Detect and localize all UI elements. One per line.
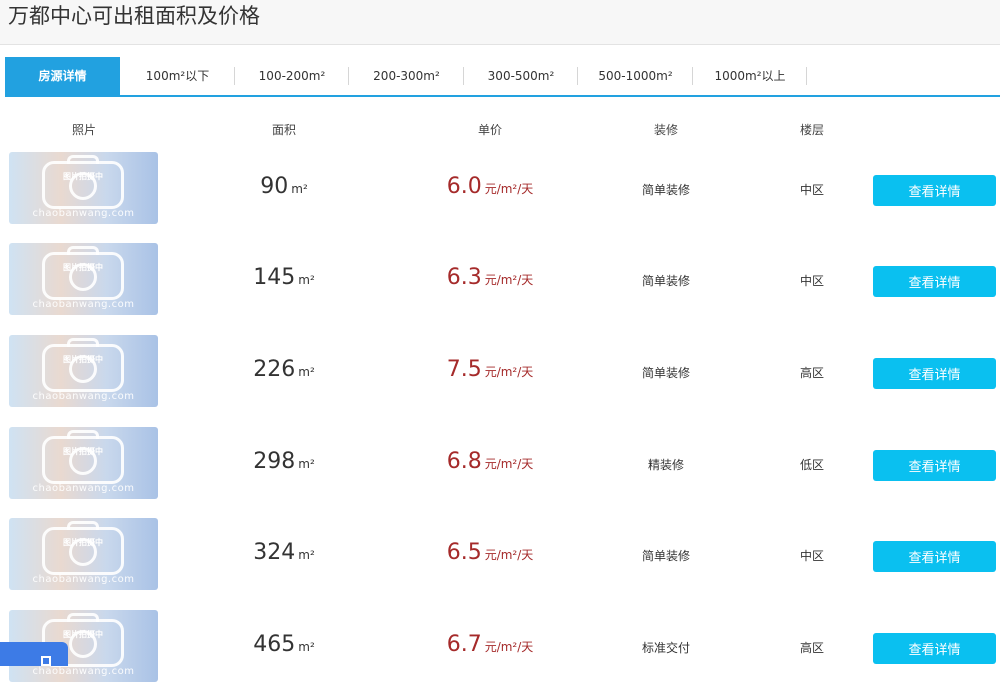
tab-over-1000[interactable]: 1000m²以上 (693, 57, 807, 95)
decoration-cell: 标准交付 (641, 641, 690, 655)
price-unit: 元/m²/天 (484, 365, 534, 379)
photo-placeholder-label: 图片拍摄中 (63, 172, 103, 181)
price-unit: 元/m²/天 (484, 457, 534, 471)
camera-icon (42, 338, 124, 392)
table-row: 图片拍摄中 chaobanwang.com 226 m² 7.5 元/m²/天 简单装修 高区… (0, 335, 1000, 415)
column-header-floor: 楼层 (799, 123, 824, 137)
table-row: 图片拍摄中 chaobanwang.com 90 m² 6.0 元/m²/天 简单装修 中区 查… (0, 152, 1000, 232)
view-details-button[interactable]: 查看详情 (873, 633, 996, 664)
decoration-cell: 简单装修 (641, 183, 690, 197)
price-value: 6.0 (446, 174, 482, 199)
area-value: 324 (253, 540, 296, 565)
decoration-cell: 精装修 (647, 458, 684, 472)
area-value: 90 (260, 174, 289, 199)
listing-photo[interactable]: 图片拍摄中 chaobanwang.com (9, 152, 158, 224)
view-details-button[interactable]: 查看详情 (873, 266, 996, 297)
square-icon (41, 656, 51, 666)
floor-cell: 高区 (799, 366, 824, 380)
price-unit: 元/m²/天 (484, 273, 534, 287)
photo-watermark: chaobanwang.com (32, 483, 135, 494)
price-cell: 6.3 元/m²/天 (410, 265, 570, 290)
photo-placeholder-label: 图片拍摄中 (63, 630, 103, 639)
tab-under-100[interactable]: 100m²以下 (120, 57, 235, 95)
area-cell: 90 m² (224, 174, 344, 199)
camera-icon (42, 521, 124, 575)
decoration-cell: 简单装修 (641, 274, 690, 288)
floor-cell: 高区 (799, 641, 824, 655)
camera-icon (42, 246, 124, 300)
tab-listing-details[interactable]: 房源详情 (5, 57, 120, 95)
price-value: 6.7 (446, 632, 482, 657)
view-details-button[interactable]: 查看详情 (873, 541, 996, 572)
area-cell: 226 m² (224, 357, 344, 382)
listing-photo[interactable]: 图片拍摄中 chaobanwang.com (9, 427, 158, 499)
photo-watermark: chaobanwang.com (32, 299, 135, 310)
tab-100-200[interactable]: 100-200m² (235, 57, 349, 95)
tab-200-300[interactable]: 200-300m² (349, 57, 464, 95)
table-row: 图片拍摄中 chaobanwang.com 145 m² 6.3 元/m²/天 简单装修 中区… (0, 243, 1000, 323)
price-cell: 6.5 元/m²/天 (410, 540, 570, 565)
floor-cell: 中区 (799, 274, 824, 288)
tab-500-1000[interactable]: 500-1000m² (578, 57, 693, 95)
floor-cell: 低区 (799, 458, 824, 472)
area-unit: m² (298, 273, 315, 287)
price-cell: 7.5 元/m²/天 (410, 357, 570, 382)
camera-icon (42, 430, 124, 484)
price-cell: 6.7 元/m²/天 (410, 632, 570, 657)
area-value: 145 (253, 265, 296, 290)
photo-placeholder-label: 图片拍摄中 (63, 355, 103, 364)
view-details-button[interactable]: 查看详情 (873, 358, 996, 389)
price-value: 6.3 (446, 265, 482, 290)
view-details-button[interactable]: 查看详情 (873, 175, 996, 206)
price-unit: 元/m²/天 (484, 640, 534, 654)
price-unit: 元/m²/天 (484, 548, 534, 562)
price-unit: 元/m²/天 (484, 182, 534, 196)
table-row: 图片拍摄中 chaobanwang.com 465 m² 6.7 元/m²/天 标准交付 高区… (0, 610, 1000, 690)
decoration-cell: 简单装修 (641, 366, 690, 380)
price-value: 6.8 (446, 449, 482, 474)
column-header-price: 单价 (477, 123, 502, 137)
price-value: 7.5 (446, 357, 482, 382)
photo-placeholder-label: 图片拍摄中 (63, 538, 103, 547)
area-unit: m² (298, 548, 315, 562)
price-cell: 6.8 元/m²/天 (410, 449, 570, 474)
photo-placeholder-label: 图片拍摄中 (63, 263, 103, 272)
photo-watermark: chaobanwang.com (32, 666, 135, 677)
page-title: 万都中心可出租面积及价格 (8, 4, 260, 28)
area-unit: m² (298, 365, 315, 379)
camera-icon (42, 155, 124, 209)
table-row: 图片拍摄中 chaobanwang.com 324 m² 6.5 元/m²/天 简单装修 中区… (0, 518, 1000, 598)
area-value: 226 (253, 357, 296, 382)
area-value: 465 (253, 632, 296, 657)
area-cell: 145 m² (224, 265, 344, 290)
floor-cell: 中区 (799, 183, 824, 197)
column-header-decoration: 装修 (653, 123, 678, 137)
area-unit: m² (291, 182, 308, 196)
listing-photo[interactable]: 图片拍摄中 chaobanwang.com (9, 335, 158, 407)
area-cell: 324 m² (224, 540, 344, 565)
floating-widget[interactable] (0, 642, 68, 666)
area-cell: 465 m² (224, 632, 344, 657)
view-details-button[interactable]: 查看详情 (873, 450, 996, 481)
area-unit: m² (298, 457, 315, 471)
table-row: 图片拍摄中 chaobanwang.com 298 m² 6.8 元/m²/天 精装修 低区 查… (0, 427, 1000, 507)
tab-300-500[interactable]: 300-500m² (464, 57, 578, 95)
page-header: 万都中心可出租面积及价格 (0, 0, 1000, 45)
column-header-area: 面积 (271, 123, 296, 137)
photo-watermark: chaobanwang.com (32, 391, 135, 402)
price-cell: 6.0 元/m²/天 (410, 174, 570, 199)
floor-cell: 中区 (799, 549, 824, 563)
listing-photo[interactable]: 图片拍摄中 chaobanwang.com (9, 243, 158, 315)
decoration-cell: 简单装修 (641, 549, 690, 563)
photo-placeholder-label: 图片拍摄中 (63, 447, 103, 456)
area-unit: m² (298, 640, 315, 654)
photo-watermark: chaobanwang.com (32, 574, 135, 585)
photo-watermark: chaobanwang.com (32, 208, 135, 219)
area-filter-tabs: 房源详情 100m²以下 100-200m² 200-300m² 300-500… (5, 57, 1000, 97)
area-value: 298 (253, 449, 296, 474)
area-cell: 298 m² (224, 449, 344, 474)
listing-photo[interactable]: 图片拍摄中 chaobanwang.com (9, 518, 158, 590)
price-value: 6.5 (446, 540, 482, 565)
column-header-photo: 照片 (71, 123, 96, 137)
